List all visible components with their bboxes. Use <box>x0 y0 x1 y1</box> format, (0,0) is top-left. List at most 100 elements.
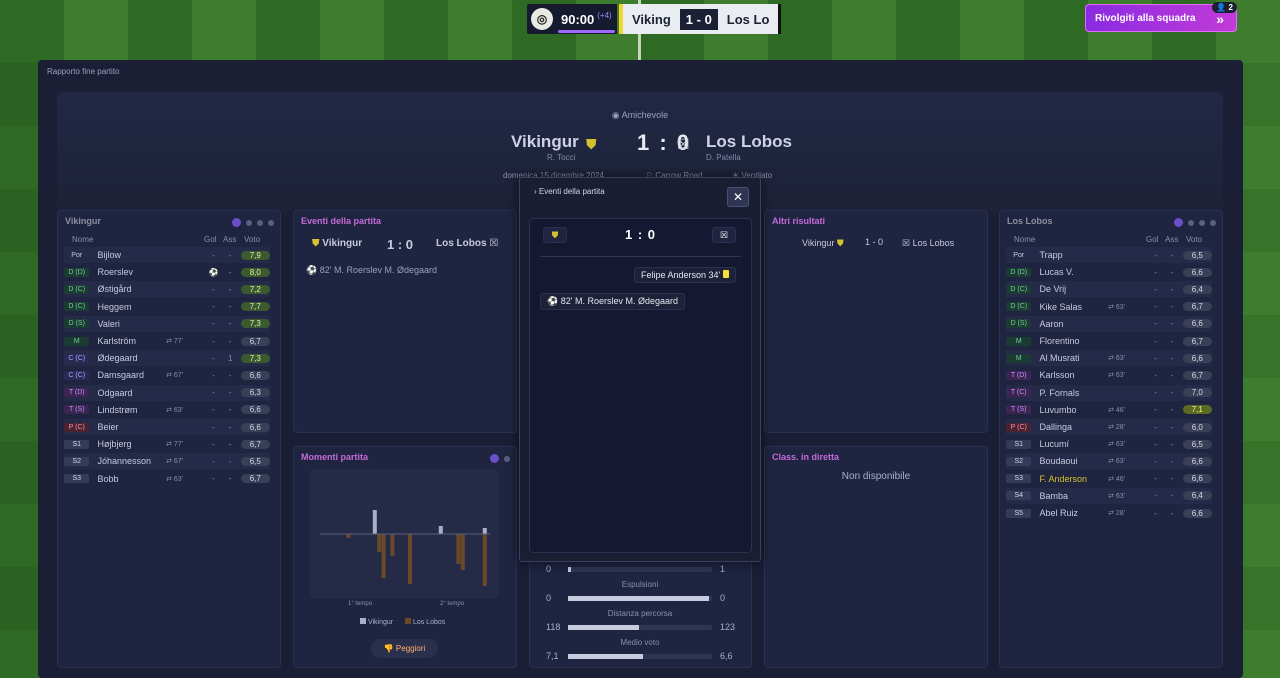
player-assists: - <box>1170 336 1174 346</box>
substitution-info: ⇄ 67' <box>166 372 184 380</box>
player-name: Boudaoui <box>1039 456 1078 467</box>
player-assists: - <box>228 319 232 329</box>
stat-home: 0 <box>546 593 552 603</box>
player-rating: 6,6 <box>1182 508 1212 518</box>
page-dots[interactable] <box>232 218 274 227</box>
substitution-info: ⇄ 77' <box>166 441 184 449</box>
stat-bar <box>568 596 712 601</box>
squad-talk-button[interactable]: Rivolgiti alla squadra » 👤 2 <box>1085 2 1237 32</box>
score-pill: Viking 1 - 0 Los Lo <box>619 4 782 34</box>
player-row[interactable]: D (C) Heggem - - 7,7 <box>64 299 270 315</box>
substitution-info: ⇄ 63' <box>166 475 184 483</box>
player-name: Lindstrøm <box>97 404 138 415</box>
player-assists: - <box>228 267 232 277</box>
player-rating: 7,0 <box>1182 388 1212 398</box>
player-row[interactable]: T (D) Odgaard - - 6,3 <box>64 384 270 401</box>
player-position: D (D) <box>1006 267 1032 277</box>
goal-event: ⚽ 82' M. Roerslev M. Ødegaard <box>306 265 437 275</box>
player-position: D (C) <box>1006 284 1032 294</box>
home-lineup-panel: Vikingur Nome Gol Ass Voto Por Bijlow - … <box>57 210 281 668</box>
result-score: 1 - 0 <box>865 237 884 247</box>
player-goals: - <box>1154 267 1157 277</box>
events-home: ⛊ Vikingur <box>312 238 363 249</box>
player-row[interactable]: T (C) P. Fornals - - 7,0 <box>1006 384 1212 401</box>
player-row[interactable]: S4 Bamba ⇄ 63' - - 6,4 <box>1006 487 1212 504</box>
player-row[interactable]: D (S) Valeri - - 7,3 <box>64 315 270 332</box>
momentum-bar-away <box>390 534 395 556</box>
stat-home: 0 <box>546 564 552 574</box>
player-row[interactable]: T (S) Lindstrøm ⇄ 63' - - 6,6 <box>64 402 270 418</box>
player-row[interactable]: S5 Abel Ruiz ⇄ 28' - - 6,6 <box>1006 505 1212 521</box>
player-row[interactable]: S2 Jóhannesson ⇄ 67' - - 6,5 <box>64 453 270 470</box>
player-row[interactable]: D (D) Roerslev ⚽ - 8,0 <box>64 264 270 280</box>
page-dots[interactable] <box>1174 218 1216 227</box>
player-row[interactable]: C (C) Damsgaard ⇄ 67' - - 6,6 <box>64 367 270 383</box>
player-row[interactable]: M Florentino - - 6,7 <box>1006 333 1212 349</box>
modal-body: ⛊ 1 : 0 ☒ Felipe Anderson 34' ⚽ 82' M. R… <box>529 218 752 553</box>
player-rating: 6,6 <box>240 370 270 380</box>
player-goals: - <box>1154 302 1157 312</box>
substitution-info: ⇄ 63' <box>1108 303 1126 311</box>
match-events-panel: Eventi della partita ⛊ Vikingur 1 : 0 Lo… <box>293 210 517 433</box>
player-row[interactable]: Por Trapp - - 6,5 <box>1006 247 1212 263</box>
player-row[interactable]: M Karlström ⇄ 77' - - 6,7 <box>64 333 270 349</box>
stat-away: 123 <box>720 622 736 632</box>
player-goals: - <box>1154 474 1157 484</box>
top-scoreboard: ◎ 90:00 (+4) Viking 1 - 0 Los Lo <box>527 4 782 34</box>
player-row[interactable]: Por Bijlow - - 7,9 <box>64 247 270 263</box>
player-goals: - <box>1154 353 1157 363</box>
player-row[interactable]: D (C) Kike Salas ⇄ 63' - - 6,7 <box>1006 299 1212 315</box>
momentum-bar-home <box>372 510 377 534</box>
player-rating: 7,7 <box>240 302 270 312</box>
player-goals: - <box>212 370 215 380</box>
player-position: C (C) <box>64 370 90 380</box>
player-row[interactable]: T (D) Karlsson ⇄ 63' - - 6,7 <box>1006 367 1212 383</box>
player-assists: - <box>228 336 232 346</box>
player-row[interactable]: P (C) Dallinga ⇄ 28' - - 6,0 <box>1006 419 1212 435</box>
close-button[interactable]: ✕ <box>727 187 749 207</box>
competition-label: ◉ Amichevole <box>611 110 669 120</box>
player-name: Ødegaard <box>97 353 138 364</box>
player-assists: - <box>228 250 232 260</box>
player-goals: - <box>1154 319 1157 329</box>
player-row[interactable]: D (S) Aaron - - 6,6 <box>1006 315 1212 332</box>
player-name: P. Fornals <box>1039 387 1080 398</box>
player-row[interactable]: D (D) Lucas V. - - 6,6 <box>1006 264 1212 280</box>
player-goals: - <box>1154 491 1157 501</box>
player-goals: - <box>1154 405 1157 415</box>
player-row[interactable]: T (S) Luvumbo ⇄ 46' - - 7,1 <box>1006 402 1212 418</box>
player-row[interactable]: D (C) De Vrij - - 6,4 <box>1006 281 1212 298</box>
player-goals: - <box>1154 456 1157 466</box>
player-row[interactable]: S1 Lucumí ⇄ 63' - - 6,5 <box>1006 436 1212 452</box>
player-row[interactable]: P (C) Beier - - 6,6 <box>64 419 270 435</box>
away-lineup-title: Los Lobos <box>1007 216 1053 226</box>
player-row[interactable]: C (C) Ødegaard - 1 7,3 <box>64 350 270 367</box>
player-row[interactable]: M Al Musrati ⇄ 63' - - 6,6 <box>1006 350 1212 367</box>
player-row[interactable]: S1 Højbjerg ⇄ 77' - - 6,7 <box>64 436 270 452</box>
page-dots[interactable] <box>490 454 510 463</box>
player-rating: 6,6 <box>1182 267 1212 277</box>
home-crest-icon: ⛊ <box>586 136 597 152</box>
away-team-name: Los Lobos <box>706 132 792 151</box>
player-position: D (C) <box>64 284 90 294</box>
player-position: S4 <box>1006 491 1032 501</box>
substitution-info: ⇄ 63' <box>1108 355 1126 363</box>
col-goals: Gol <box>204 235 217 244</box>
worst-moments-button[interactable]: 👎 Peggiori <box>371 639 438 658</box>
stat-label: Distanza percorsa <box>607 609 673 618</box>
player-row[interactable]: S3 Bobb ⇄ 63' - - 6,7 <box>64 471 270 487</box>
stat-away: 6,6 <box>720 651 733 661</box>
player-row[interactable]: S2 Boudaoui ⇄ 63' - - 6,6 <box>1006 453 1212 470</box>
player-row[interactable]: S3 F. Anderson ⇄ 46' - - 6,6 <box>1006 471 1212 487</box>
modal-title: › Eventi della partita <box>534 187 605 196</box>
yellow-card-event: Felipe Anderson 34' <box>634 267 736 283</box>
player-position: D (S) <box>1006 319 1032 329</box>
stat-bar <box>568 654 712 659</box>
home-team-short: Viking <box>632 11 671 27</box>
player-row[interactable]: D (C) Østigård - - 7,2 <box>64 281 270 298</box>
player-goals: - <box>1154 370 1157 380</box>
player-goals: - <box>212 353 215 363</box>
player-goals: - <box>212 319 215 329</box>
player-name: Lucas V. <box>1039 267 1074 278</box>
substitution-info: ⇄ 63' <box>1108 441 1126 449</box>
